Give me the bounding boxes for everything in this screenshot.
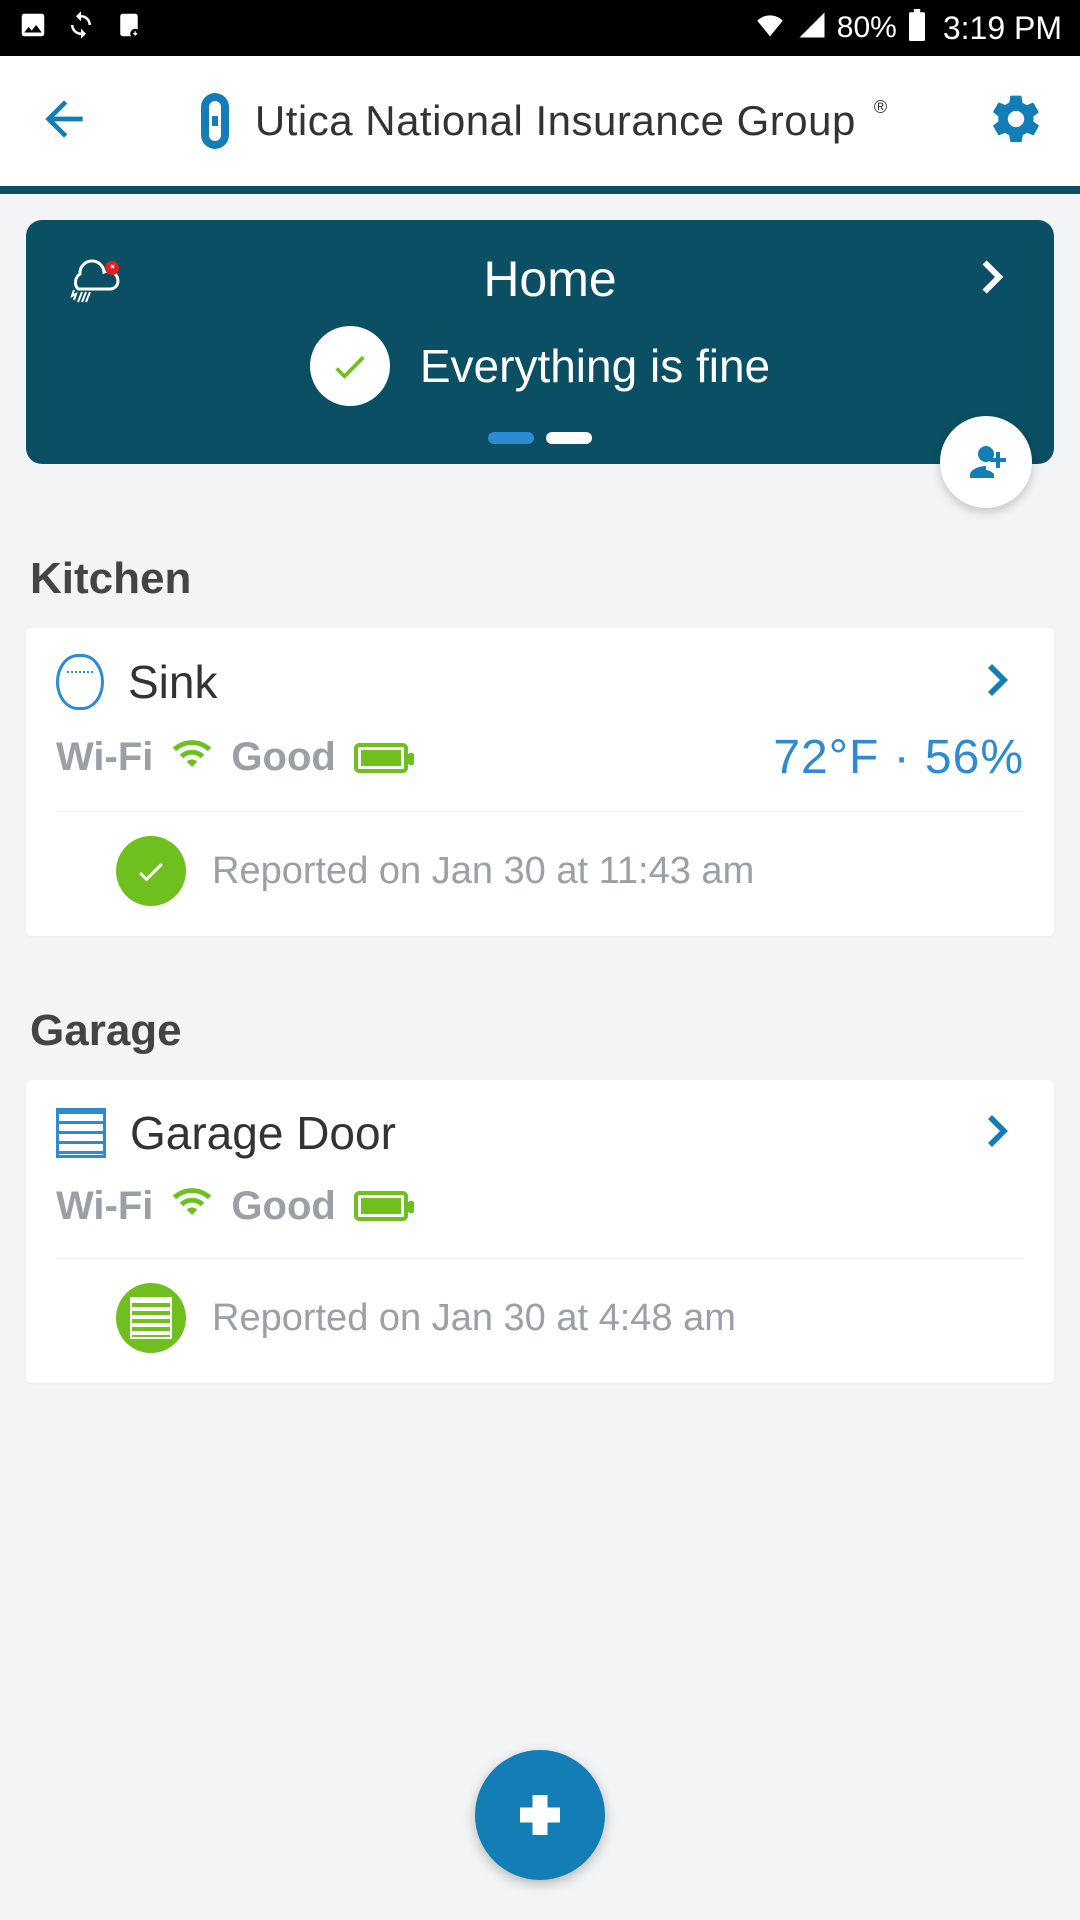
device-connectivity: Wi-Fi Good [56,732,408,784]
cell-signal-icon [797,10,827,46]
app-title: Utica National Insurance Group [255,97,856,145]
section-title-kitchen: Kitchen [30,554,1050,604]
wifi-label: Wi-Fi [56,1184,153,1229]
main-content: Home Everything is fine Kitchen Sink [0,194,1080,1409]
hero-forward-icon[interactable] [970,252,1020,307]
device-card-sink[interactable]: Sink Wi-Fi Good 72°F · 56% Reported on J… [26,628,1054,936]
hero-status-row: Everything is fine [60,326,1020,406]
page-dot-2[interactable] [546,432,592,444]
weather-storm-icon [60,254,130,304]
reported-text: Reported on Jan 30 at 11:43 am [212,850,754,893]
battery-icon [354,743,408,773]
device-name: Garage Door [130,1106,396,1160]
clock-time: 3:19 PM [943,10,1062,47]
wifi-status-icon [753,10,787,46]
app-header: Utica National Insurance Group ® [0,56,1080,186]
garage-door-icon [56,1108,106,1158]
page-dot-1[interactable] [488,432,534,444]
battery-icon [907,9,927,47]
device-connectivity: Wi-Fi Good [56,1180,408,1232]
registered-mark: ® [874,97,887,118]
garage-status-icon [116,1283,186,1353]
wifi-label: Wi-Fi [56,735,153,780]
wifi-icon [171,1180,213,1232]
add-contact-button[interactable] [940,416,1032,508]
header-divider [0,186,1080,194]
brand-logo-icon [193,91,237,151]
chevron-right-icon[interactable] [976,656,1024,709]
device-name: Sink [128,655,217,709]
hero-title: Home [130,250,970,308]
picture-icon [18,10,48,46]
page-indicator[interactable] [60,432,1020,444]
status-right: 80% 3:19 PM [753,9,1062,47]
download-icon [114,10,144,46]
status-ok-icon [310,326,390,406]
chevron-right-icon[interactable] [976,1107,1024,1160]
reported-text: Reported on Jan 30 at 4:48 am [212,1297,736,1340]
sync-icon [66,10,96,46]
battery-label: Good [231,1184,335,1229]
device-readings: 72°F · 56% [773,730,1024,785]
home-status-card[interactable]: Home Everything is fine [26,220,1054,464]
app-title-wrap: Utica National Insurance Group ® [92,91,988,151]
add-device-button[interactable] [475,1750,605,1880]
battery-icon [354,1191,408,1221]
battery-label: Good [231,735,335,780]
back-button[interactable] [36,91,92,152]
section-title-garage: Garage [30,1006,1050,1056]
status-left [18,10,144,46]
battery-percent: 80% [837,11,897,45]
device-card-garage-door[interactable]: Garage Door Wi-Fi Good Reported on Jan 3… [26,1080,1054,1383]
sensor-icon [56,654,104,710]
check-icon [116,836,186,906]
android-status-bar: 80% 3:19 PM [0,0,1080,56]
wifi-icon [171,732,213,784]
hero-status-text: Everything is fine [420,339,770,393]
settings-button[interactable] [988,91,1044,152]
